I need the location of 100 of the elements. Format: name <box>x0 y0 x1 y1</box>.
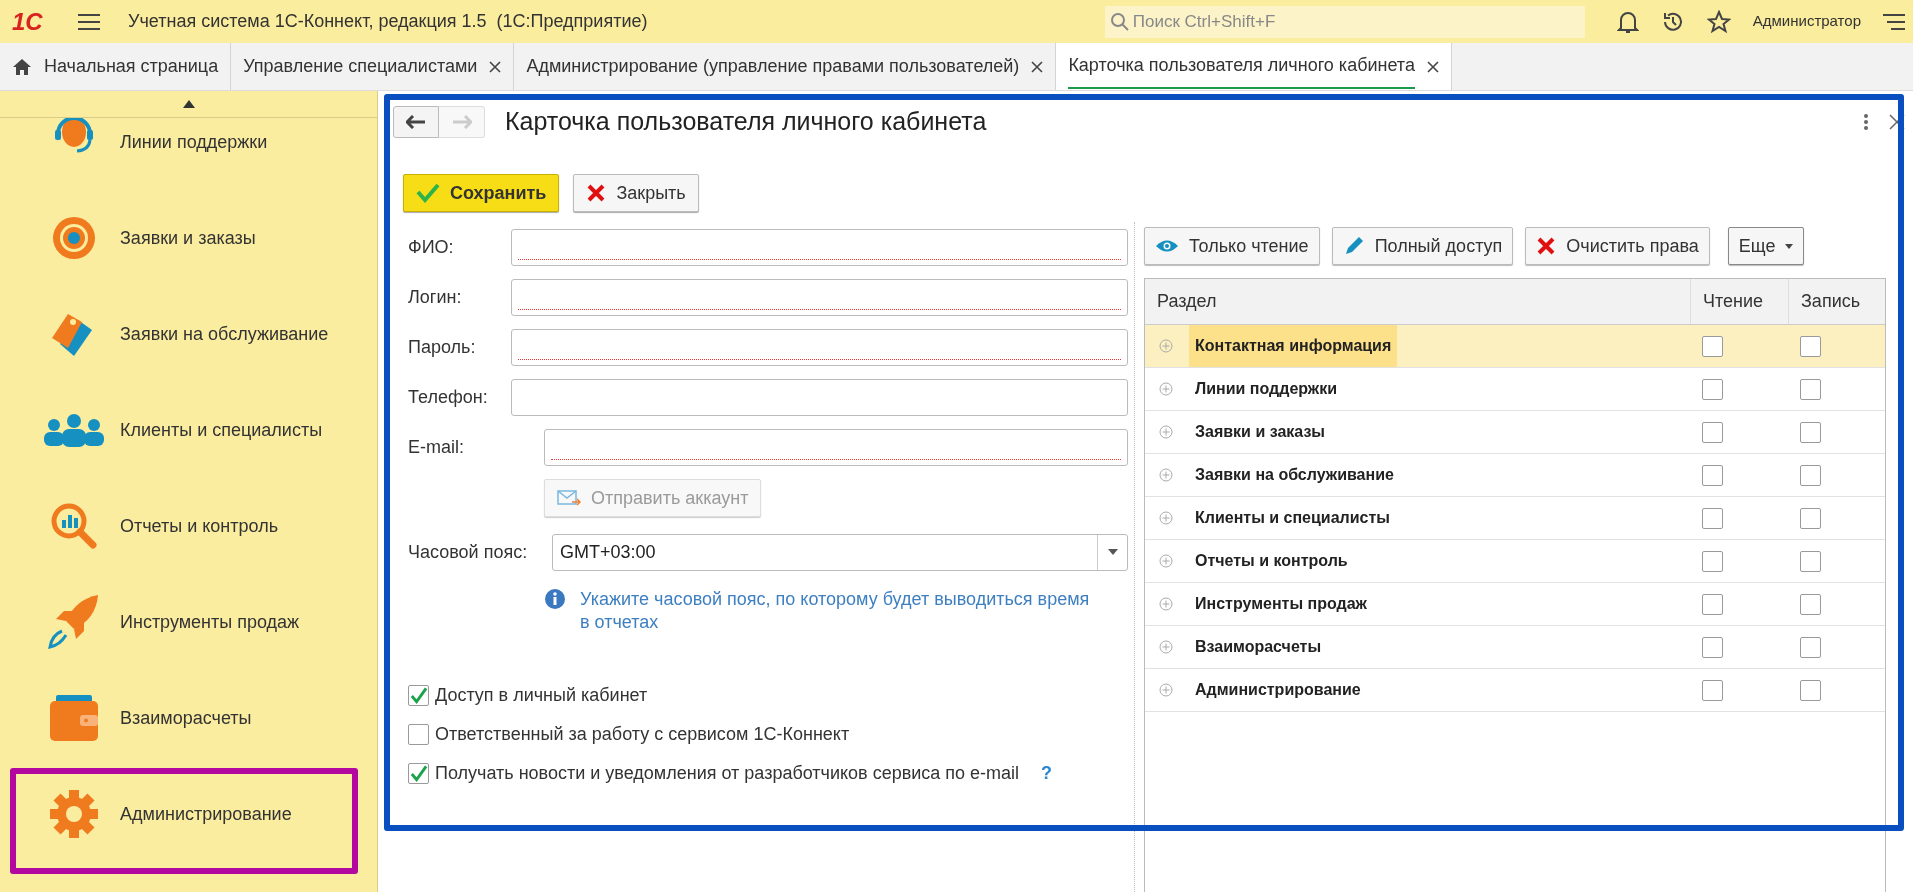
sidebar-item-label: Клиенты и специалисты <box>120 418 323 442</box>
gear-icon <box>49 789 99 839</box>
user-name[interactable]: Администратор <box>1752 10 1861 33</box>
timezone-select[interactable]: GMT+03:00 <box>552 533 1128 571</box>
sidebar-item-label: Отчеты и контроль <box>120 514 279 538</box>
toolbar-button[interactable]: Полный доступ <box>1331 227 1514 265</box>
checkbox[interactable] <box>1800 378 1821 400</box>
eye-icon <box>1155 239 1179 253</box>
expand-icon[interactable] <box>1159 511 1173 525</box>
sidebar-item[interactable]: Отчеты и контроль <box>0 478 377 574</box>
close-icon[interactable] <box>489 60 502 73</box>
checkbox[interactable] <box>1800 507 1821 529</box>
section-name: Взаиморасчеты <box>1194 637 1323 657</box>
input-field[interactable] <box>511 378 1128 416</box>
checkbox[interactable] <box>1800 593 1821 615</box>
search-icon <box>1109 11 1130 32</box>
expand-icon[interactable] <box>1159 339 1173 353</box>
checkbox[interactable] <box>408 763 429 784</box>
info-icon <box>544 588 566 610</box>
checkbox[interactable] <box>1702 593 1723 615</box>
sidebar-item-label: Администрирование <box>120 802 292 826</box>
sidebar-item[interactable]: Взаиморасчеты <box>0 670 377 766</box>
section-name: Линии поддержки <box>1194 379 1339 399</box>
expand-icon[interactable] <box>1159 468 1173 482</box>
close-icon[interactable] <box>1031 60 1044 73</box>
toolbar-button[interactable]: Только чтение <box>1144 227 1320 265</box>
sidebar-item[interactable]: Администрирование <box>0 766 377 862</box>
save-button[interactable]: Сохранить <box>403 174 560 212</box>
app-logo: 1С <box>12 6 44 37</box>
sidebar-item[interactable]: Линии поддержки <box>0 118 377 190</box>
tab[interactable]: Карточка пользователя личного кабинета <box>1056 43 1452 90</box>
tab-label: Администрирование (управление правами пользователей) <box>526 55 1020 78</box>
sidebar-item[interactable]: Заявки и заказы <box>0 190 377 286</box>
dropdown-caret-icon <box>1107 549 1118 555</box>
toolbar-button[interactable]: Очистить права <box>1525 227 1710 265</box>
expand-icon[interactable] <box>1159 640 1173 654</box>
timezone-hint: Укажите часовой пояс, по которому будет выводиться время в отчетах <box>580 588 1091 634</box>
checkbox[interactable] <box>1800 335 1821 357</box>
tab-label: Управление специалистами <box>243 55 478 78</box>
expand-icon[interactable] <box>1159 683 1173 697</box>
help-link[interactable]: ? <box>1041 760 1053 787</box>
close-icon[interactable] <box>1889 114 1905 130</box>
checkbox[interactable] <box>1800 550 1821 572</box>
table-row[interactable]: Контактная информация <box>1145 325 1885 368</box>
sidebar-item[interactable]: Клиенты и специалисты <box>0 382 377 478</box>
field-label: ФИО: <box>408 235 455 259</box>
expand-icon[interactable] <box>1159 554 1173 568</box>
tab-label: Начальная страница <box>44 55 219 78</box>
more-button[interactable]: Еще <box>1727 227 1805 265</box>
sidebar-item-label: Взаиморасчеты <box>120 706 252 730</box>
menu-icon[interactable] <box>78 13 100 30</box>
field-label: Логин: <box>408 285 463 309</box>
checkbox[interactable] <box>1702 636 1723 658</box>
caret-icon <box>1785 243 1794 249</box>
checkbox[interactable] <box>1702 507 1723 529</box>
checkbox[interactable] <box>1702 679 1723 701</box>
sidebar-item[interactable]: Заявки на обслуживание <box>0 286 377 382</box>
close-icon[interactable] <box>1426 60 1439 73</box>
section-name: Инструменты продаж <box>1194 594 1368 614</box>
field-label: E-mail: <box>408 435 465 459</box>
more-icon[interactable] <box>1863 113 1869 131</box>
section-name: Администрирование <box>1194 680 1362 700</box>
checkbox[interactable] <box>408 724 429 745</box>
back-button[interactable] <box>393 106 439 138</box>
input-field[interactable] <box>511 228 1128 266</box>
expand-icon[interactable] <box>1159 382 1173 396</box>
sidebar-item[interactable]: Инструменты продаж <box>0 574 377 670</box>
expand-icon[interactable] <box>1159 425 1173 439</box>
magnifier-chart-icon <box>49 501 99 551</box>
checkbox[interactable] <box>1800 636 1821 658</box>
checkbox[interactable] <box>1800 421 1821 443</box>
section-name: Отчеты и контроль <box>1194 551 1349 571</box>
checkbox-label: Ответственный за работу с сервисом 1С-Коннект <box>435 723 850 746</box>
triangle-up-icon <box>182 100 195 108</box>
checkbox[interactable] <box>1702 464 1723 486</box>
checkbox-label: Получать новости и уведомления от разработчиков сервиса по e-mail <box>435 762 1020 785</box>
window-title: Учетная система 1С-Коннект, редакция 1.5 (1С:Предприятие) <box>128 10 648 33</box>
checkbox[interactable] <box>1702 550 1723 572</box>
input-field[interactable] <box>511 328 1128 366</box>
column-header: Запись <box>1788 279 1885 324</box>
target-icon <box>51 215 97 261</box>
section-name: Клиенты и специалисты <box>1194 508 1391 528</box>
checkbox[interactable] <box>408 685 429 706</box>
field-label: Телефон: <box>408 385 489 409</box>
settings-menu-icon[interactable] <box>1883 12 1905 31</box>
input-field[interactable] <box>511 278 1128 316</box>
sidebar-item-label: Линии поддержки <box>120 131 268 154</box>
close-button[interactable]: Закрыть <box>573 174 699 212</box>
checkbox[interactable] <box>1800 464 1821 486</box>
search-field[interactable]: Поиск Ctrl+Shift+F <box>1104 5 1585 38</box>
expand-icon[interactable] <box>1159 597 1173 611</box>
checkbox[interactable] <box>1702 378 1723 400</box>
star-icon[interactable] <box>1706 9 1731 34</box>
bell-icon[interactable] <box>1616 9 1639 34</box>
input-field[interactable] <box>544 428 1128 466</box>
arrow-left-icon <box>406 115 426 129</box>
checkbox[interactable] <box>1800 679 1821 701</box>
checkbox[interactable] <box>1702 335 1723 357</box>
checkbox[interactable] <box>1702 421 1723 443</box>
field-label: Пароль: <box>408 335 477 359</box>
